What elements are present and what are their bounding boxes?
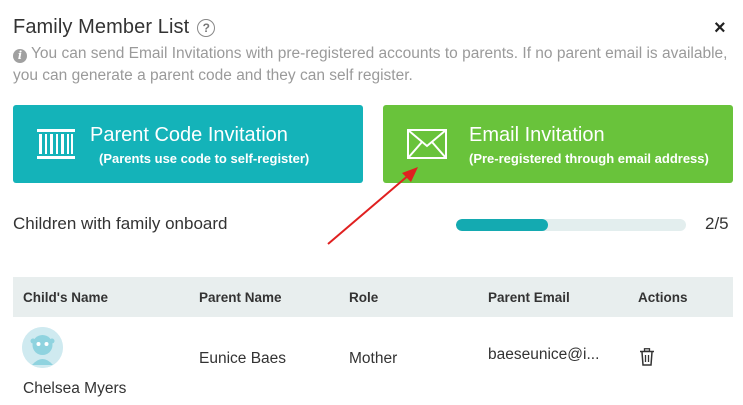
email-invitation-title: Email Invitation bbox=[469, 124, 605, 146]
parent-email: baeseunice@i... bbox=[488, 346, 600, 363]
onboard-progress-bar bbox=[456, 219, 686, 231]
header-parent-name: Parent Name bbox=[199, 290, 282, 305]
info-message: i You can send Email Invitations with pre… bbox=[13, 43, 733, 87]
email-invitation-subtitle: (Pre-registered through email address) bbox=[469, 151, 709, 166]
question-circle-icon[interactable]: ? bbox=[197, 18, 216, 37]
parent-code-subtitle: (Parents use code to self-register) bbox=[99, 151, 310, 166]
barcode-icon bbox=[37, 129, 75, 159]
avatar bbox=[22, 327, 63, 368]
onboard-label: Children with family onboard bbox=[13, 214, 228, 233]
info-icon: i bbox=[13, 49, 27, 63]
onboard-progress-fill bbox=[456, 219, 548, 231]
child-name: Chelsea Myers bbox=[23, 380, 127, 397]
trash-icon[interactable] bbox=[639, 348, 655, 366]
parent-code-invitation-button[interactable]: Parent Code Invitation (Parents use code… bbox=[13, 105, 363, 183]
role: Mother bbox=[349, 350, 398, 367]
info-text: You can send Email Invitations with pre-… bbox=[13, 45, 728, 84]
envelope-icon bbox=[407, 129, 447, 159]
header-child-name: Child's Name bbox=[23, 290, 108, 305]
header-parent-email: Parent Email bbox=[488, 290, 570, 305]
close-icon[interactable]: × bbox=[714, 18, 726, 38]
header-actions: Actions bbox=[638, 290, 688, 305]
header-role: Role bbox=[349, 290, 379, 305]
page-title: Family Member List bbox=[13, 16, 190, 38]
annotation-arrow bbox=[327, 167, 418, 245]
email-invitation-button[interactable]: Email Invitation (Pre-registered through… bbox=[383, 105, 733, 183]
dialog-header: Family Member List ? bbox=[13, 16, 216, 39]
table-header: Child's Name Parent Name Role Parent Ema… bbox=[13, 277, 733, 317]
parent-name: Eunice Baes bbox=[199, 350, 287, 367]
parent-code-title: Parent Code Invitation bbox=[90, 124, 288, 146]
onboard-count: 2/5 bbox=[705, 214, 729, 233]
